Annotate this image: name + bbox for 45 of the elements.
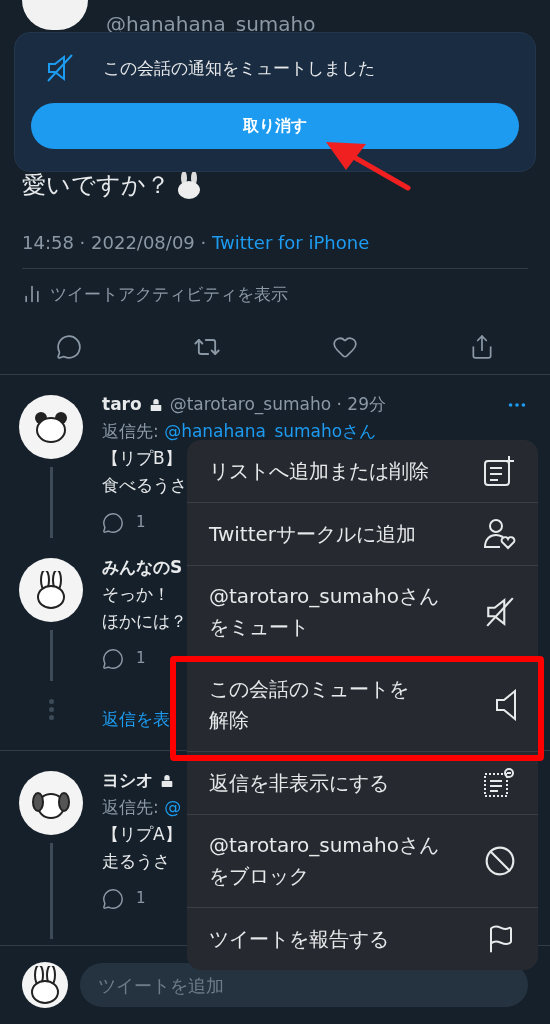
- user-handle: @tarotaro_sumaho · 29分: [169, 393, 386, 417]
- reply-text: 【リプB】: [102, 447, 182, 470]
- menu-item[interactable]: @tarotaro_sumahoさん をミュート: [187, 565, 538, 658]
- reply-count: 1: [136, 888, 146, 909]
- user-name: みんなのS: [102, 556, 183, 579]
- speaker-icon: [496, 689, 516, 721]
- user-handle: @hanahana_sumaho: [106, 12, 316, 36]
- rabbit-icon: [176, 171, 202, 199]
- user-name: taro: [102, 393, 142, 416]
- user-name: ヨシオ: [102, 769, 153, 792]
- mute-icon: [45, 53, 75, 83]
- reply-text: 【リプA】: [102, 823, 182, 846]
- bar-chart-icon: [22, 284, 42, 304]
- mention-link[interactable]: @: [164, 797, 182, 817]
- reply-text: そっか！: [102, 583, 170, 606]
- source-link[interactable]: Twitter for iPhone: [211, 232, 370, 268]
- thread-dots-icon: [48, 699, 54, 720]
- menu-item[interactable]: 返信を非表示にする: [187, 751, 538, 814]
- reply-to-label: 返信先:: [102, 797, 160, 817]
- reply-text: ほかには？: [102, 610, 187, 633]
- reply-count: 1: [136, 512, 146, 533]
- hide-list-icon: [482, 766, 516, 800]
- list-add-icon: [482, 454, 516, 488]
- menu-item[interactable]: Twitterサークルに追加: [187, 502, 538, 565]
- reply-count: 1: [136, 648, 146, 669]
- block-icon: [484, 845, 516, 877]
- avatar[interactable]: [22, 962, 68, 1008]
- reply-to-label: 返信先:: [102, 421, 160, 441]
- reply-icon[interactable]: [102, 647, 124, 670]
- person-heart-icon: [482, 517, 516, 551]
- reply-icon[interactable]: [102, 511, 124, 534]
- tweet-text: 愛いですか？: [22, 170, 170, 201]
- reply-text: 食べるうさ: [102, 474, 187, 497]
- menu-item[interactable]: @tarotaro_sumahoさん をブロック: [187, 814, 538, 907]
- activity-link[interactable]: ツイートアクティビティを表示: [50, 282, 288, 306]
- tweet-timestamp: 14:58 · 2022/08/09 ·: [22, 232, 208, 255]
- reply-icon[interactable]: [55, 333, 82, 360]
- mute-icon: [484, 596, 516, 628]
- reply-icon[interactable]: [102, 887, 124, 910]
- menu-item[interactable]: リストへ追加または削除: [187, 440, 538, 502]
- menu-item[interactable]: ツイートを報告する: [187, 907, 538, 970]
- reply-text: 走るうさ: [102, 850, 170, 873]
- avatar[interactable]: [22, 0, 88, 30]
- mention-link[interactable]: @hanahana_sumahoさん: [164, 421, 377, 441]
- toast-message: この会話の通知をミュートしました: [103, 56, 375, 80]
